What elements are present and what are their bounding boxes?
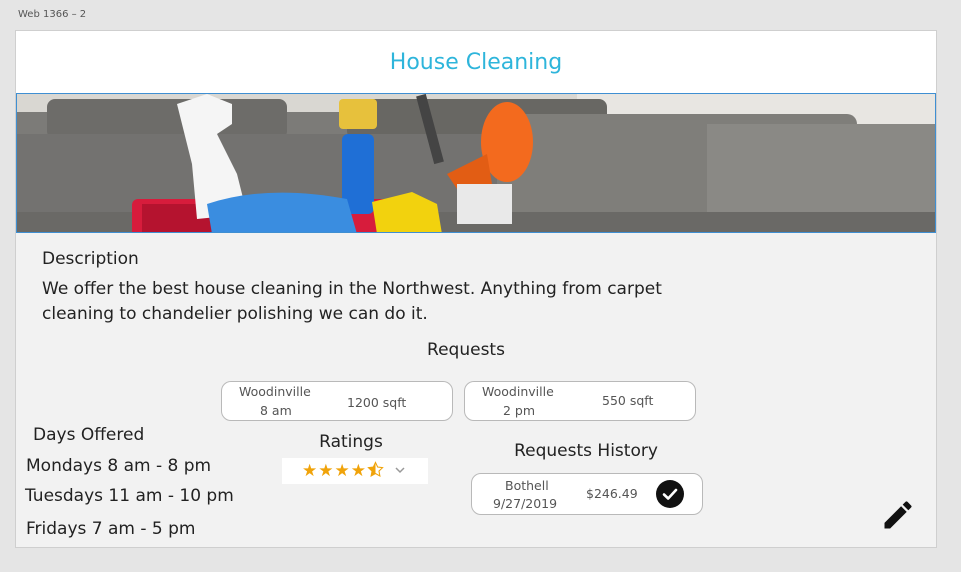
request-city: Woodinville <box>482 384 554 399</box>
description-text: We offer the best house cleaning in the … <box>42 279 662 324</box>
artboard-label: Web 1366 – 2 <box>18 9 87 20</box>
star-icon: ★ <box>350 460 366 481</box>
rating-selector[interactable]: ★ ★ ★ ★ <box>282 458 428 484</box>
request-city: Woodinville <box>239 384 311 399</box>
half-star-icon <box>367 460 384 482</box>
history-card[interactable]: Bothell 9/27/2019 $246.49 <box>471 473 703 515</box>
requests-history-heading: Requests History <box>514 441 658 461</box>
star-icon: ★ <box>302 460 318 481</box>
page-header: House Cleaning <box>16 31 936 93</box>
checkmark-circle-icon <box>656 480 684 508</box>
service-detail-page: House Cleaning Description We offer the … <box>15 30 937 548</box>
requests-heading: Requests <box>427 340 505 360</box>
history-date: 9/27/2019 <box>493 496 558 511</box>
page-title: House Cleaning <box>389 49 563 75</box>
hero-image <box>16 93 936 233</box>
description-heading: Description <box>42 249 139 269</box>
history-city: Bothell <box>505 478 549 493</box>
day-item: Mondays 8 am - 8 pm <box>26 456 212 476</box>
request-card[interactable]: Woodinville 2 pm 550 sqft <box>464 381 696 421</box>
chevron-down-icon[interactable] <box>395 466 405 477</box>
request-card[interactable]: Woodinville 8 am 1200 sqft <box>221 381 453 421</box>
ratings-heading: Ratings <box>319 432 383 452</box>
history-amount: $246.49 <box>586 486 638 501</box>
day-item: Fridays 7 am - 5 pm <box>26 519 196 539</box>
pencil-icon <box>884 501 912 529</box>
request-size: 1200 sqft <box>347 395 407 410</box>
request-size: 550 sqft <box>602 393 654 408</box>
edit-button[interactable] <box>878 495 918 535</box>
request-time: 2 pm <box>503 403 536 418</box>
day-item: Tuesdays 11 am - 10 pm <box>25 486 234 506</box>
star-icon: ★ <box>334 460 350 481</box>
request-time: 8 am <box>260 403 292 418</box>
star-icon: ★ <box>318 460 334 481</box>
days-offered-heading: Days Offered <box>33 425 145 445</box>
